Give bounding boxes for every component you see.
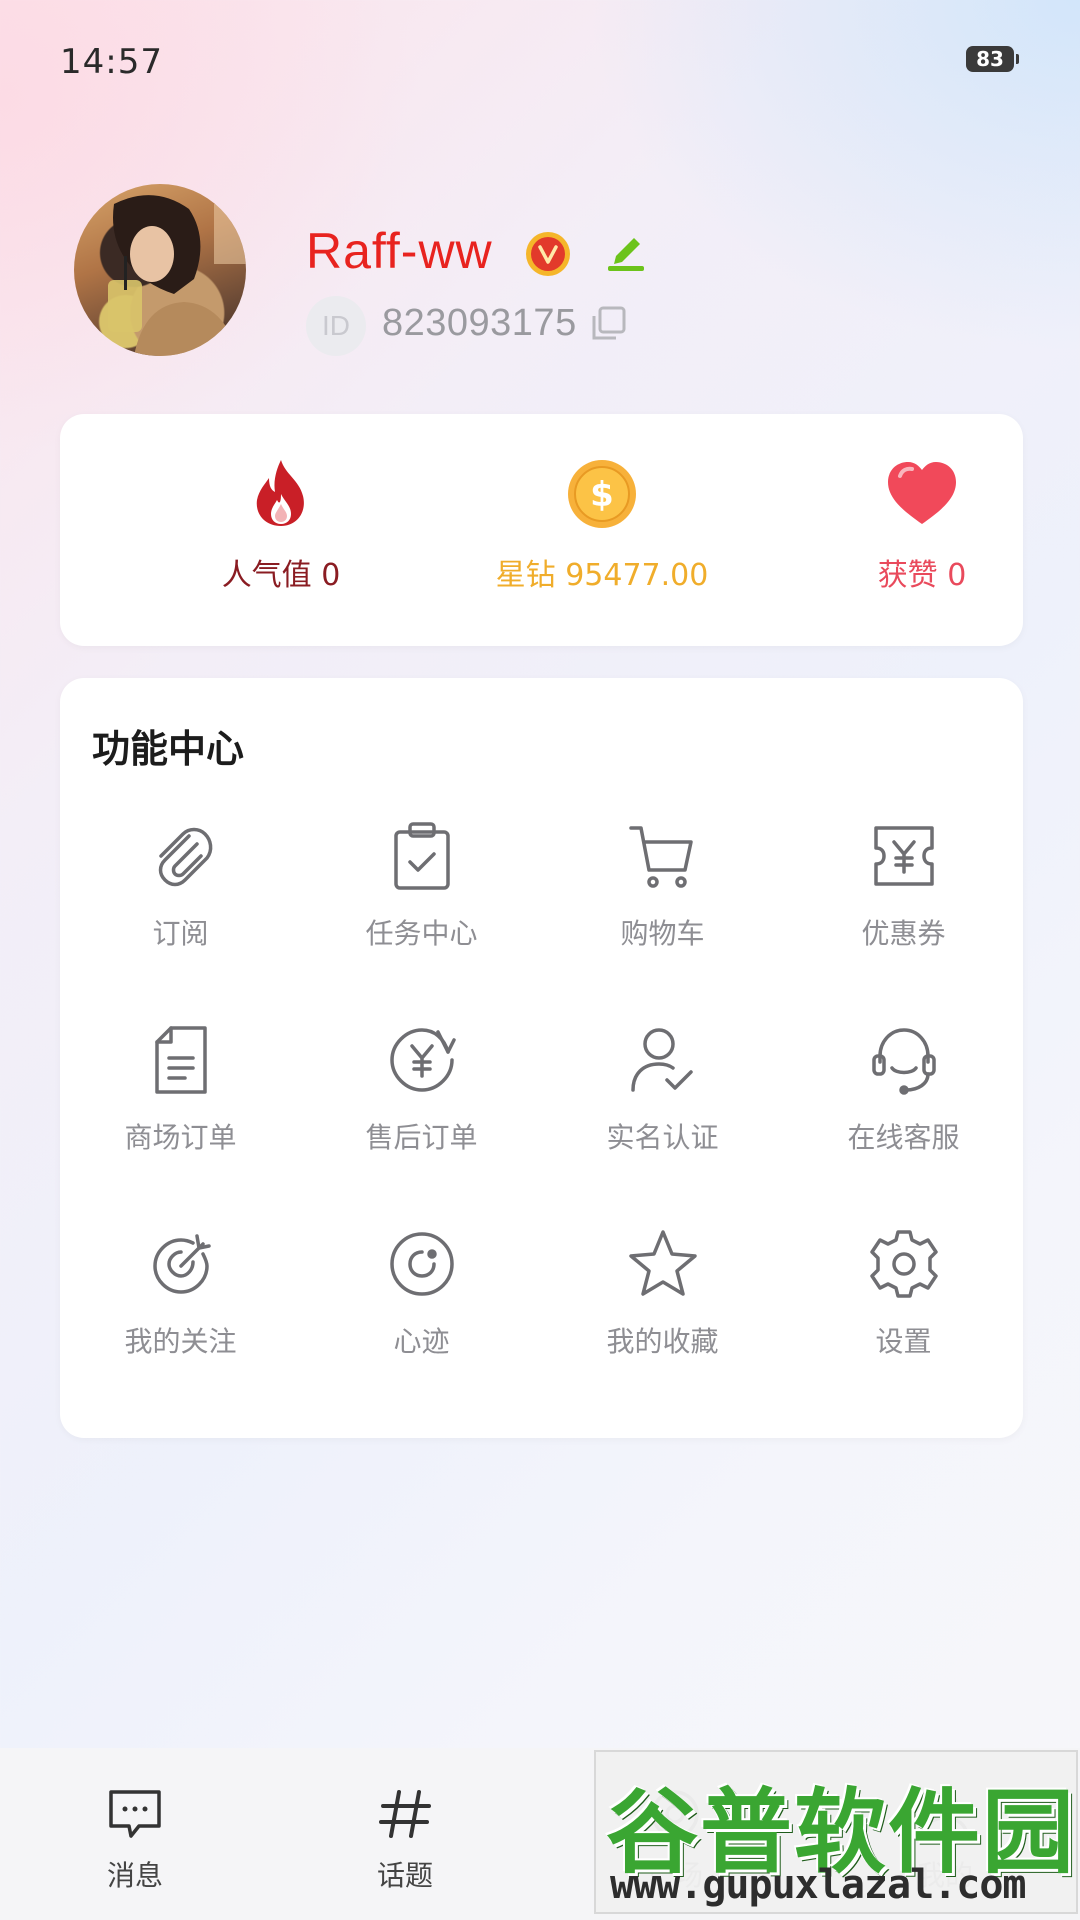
coupon-icon	[873, 826, 934, 886]
func-label: 购物车	[620, 917, 705, 950]
tab-label: 消息	[106, 1859, 163, 1892]
refund-icon	[389, 1028, 456, 1092]
func-my-follows[interactable]: 我的关注	[60, 1226, 301, 1386]
diamond-label: 星钻 95477.00	[495, 558, 709, 593]
message-icon	[109, 1790, 161, 1838]
edit-icon[interactable]	[600, 224, 650, 274]
headset-icon	[871, 1028, 936, 1095]
battery-icon: 83	[966, 46, 1019, 72]
func-aftersale-orders[interactable]: 售后订单	[301, 1022, 542, 1182]
tab-label: 话题	[376, 1859, 433, 1892]
func-customer-service[interactable]: 在线客服	[783, 1022, 1024, 1182]
orbit-icon	[389, 1232, 454, 1296]
user-id: 823093175	[382, 302, 577, 344]
user-name: Raff-ww	[306, 223, 493, 279]
func-label: 心迹	[393, 1325, 450, 1358]
avatar[interactable]	[74, 184, 246, 356]
clipboard-check-icon	[393, 822, 450, 890]
star-icon	[628, 1230, 697, 1296]
watermark-url: www.gupuxlazal.com	[610, 1862, 1026, 1908]
func-subscribe[interactable]: 订阅	[60, 818, 301, 978]
gear-icon	[869, 1230, 938, 1298]
status-bar: 14:57 83	[0, 0, 1080, 120]
func-label: 优惠券	[861, 917, 946, 950]
func-label: 设置	[875, 1325, 932, 1358]
svg-text:$: $	[590, 475, 614, 515]
copy-icon[interactable]	[588, 304, 628, 344]
status-time: 14:57	[60, 42, 163, 82]
func-real-name-verify[interactable]: 实名认证	[542, 1022, 783, 1182]
func-task-center[interactable]: 任务中心	[301, 818, 542, 978]
func-mall-orders[interactable]: 商场订单	[60, 1022, 301, 1182]
func-coupon[interactable]: 优惠券	[783, 818, 1024, 978]
fire-icon	[256, 460, 304, 526]
stat-likes[interactable]: 获赞 0	[762, 454, 1080, 614]
stat-popularity[interactable]: 人气值 0	[121, 454, 441, 614]
cart-icon	[628, 826, 693, 888]
hashtag-icon	[379, 1790, 431, 1838]
func-label: 商场订单	[124, 1121, 237, 1154]
id-badge: ID	[306, 296, 366, 356]
document-icon	[154, 1026, 207, 1094]
func-label: 订阅	[152, 917, 209, 950]
func-label: 在线客服	[847, 1121, 960, 1154]
func-label: 实名认证	[606, 1121, 719, 1154]
vip-badge-icon	[526, 232, 570, 276]
func-cart[interactable]: 购物车	[542, 818, 783, 978]
coin-icon: $	[568, 460, 636, 528]
stats-card: 人气值 0 $ 星钻 95477.00 获赞 0	[60, 414, 1023, 646]
tab-messages[interactable]: 消息	[0, 1748, 270, 1920]
func-label: 我的收藏	[606, 1325, 719, 1358]
profile-header: Raff-ww ID 823093175	[0, 180, 1080, 360]
func-label: 任务中心	[365, 917, 478, 950]
func-label: 我的关注	[124, 1325, 237, 1358]
watermark-logo: 谷普软件园 www.gupuxlazal.com	[594, 1750, 1078, 1914]
heart-icon	[888, 462, 956, 524]
user-verify-icon	[630, 1028, 693, 1092]
func-heart-trace[interactable]: 心迹	[301, 1226, 542, 1386]
function-center-card: 功能中心 订阅 任务中心 购物车 优惠券 商场订单 售后订单 实名认证 在线客服…	[60, 678, 1023, 1438]
func-settings[interactable]: 设置	[783, 1226, 1024, 1386]
target-icon	[152, 1234, 211, 1294]
stat-diamond[interactable]: $ 星钻 95477.00	[442, 454, 762, 614]
function-center-title: 功能中心	[92, 727, 245, 771]
tab-topics[interactable]: 话题	[270, 1748, 540, 1920]
func-my-favorites[interactable]: 我的收藏	[542, 1226, 783, 1386]
popularity-label: 人气值 0	[221, 558, 341, 593]
func-label: 售后订单	[365, 1121, 478, 1154]
paperclip-icon	[158, 827, 212, 887]
likes-label: 获赞 0	[877, 558, 967, 593]
